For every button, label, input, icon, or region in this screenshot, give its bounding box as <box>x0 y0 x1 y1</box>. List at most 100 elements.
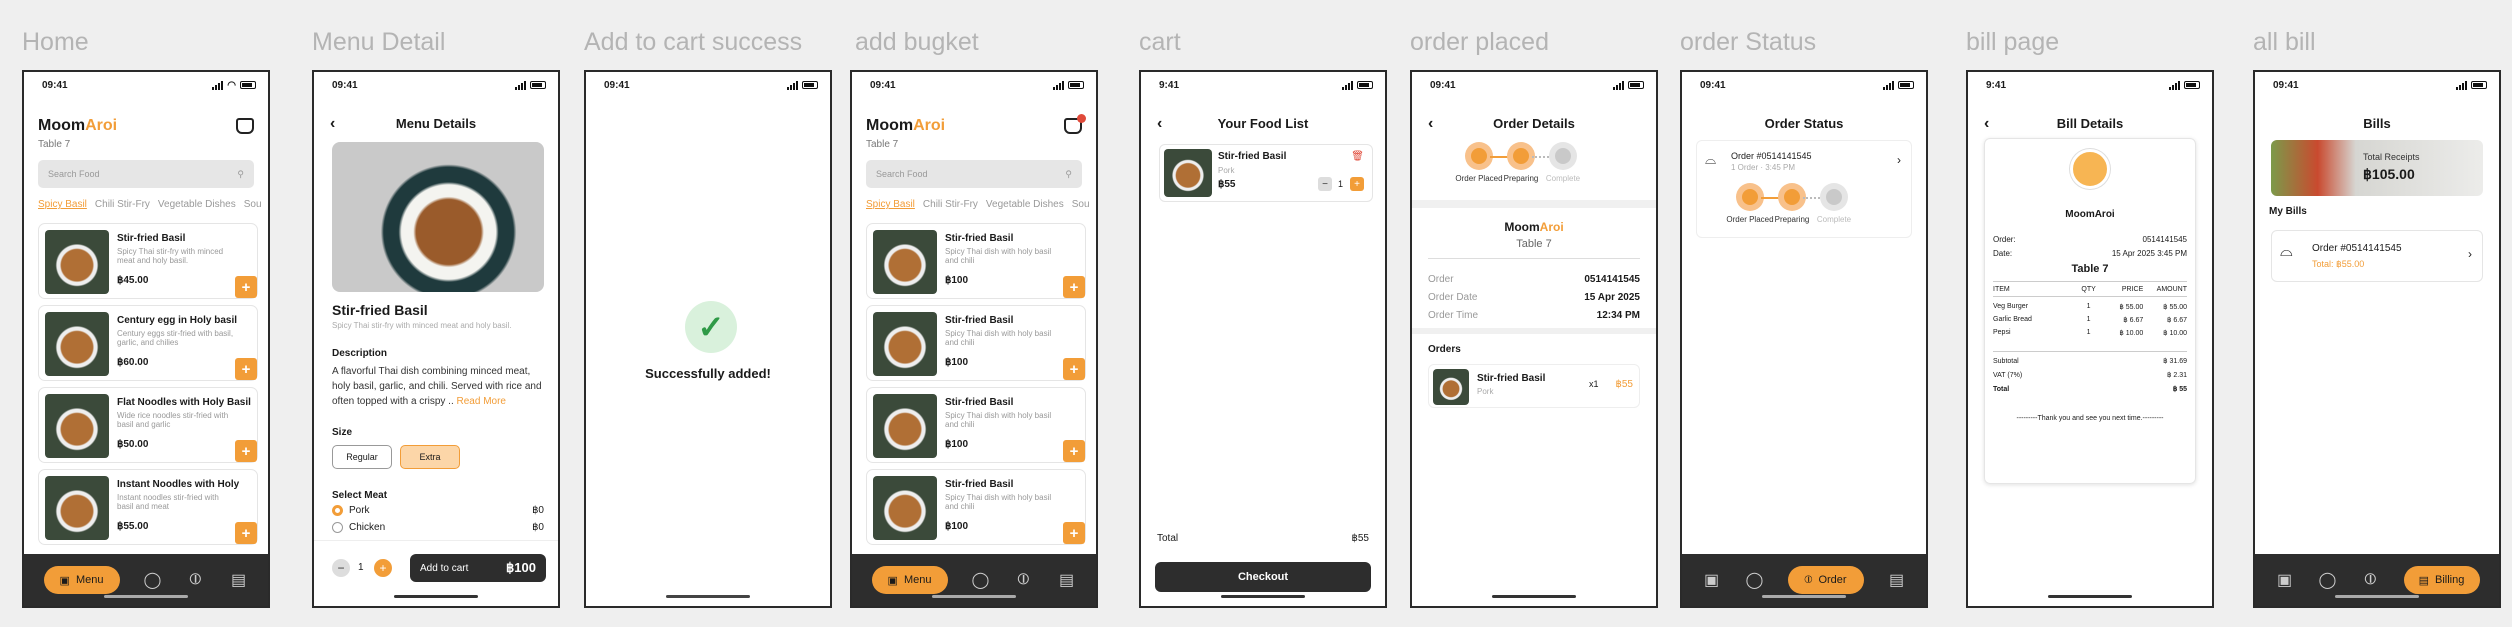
search-input[interactable]: Search Food ⚲ <box>38 160 254 188</box>
radio-selected-icon <box>332 505 343 516</box>
meat-option-pork[interactable]: Pork ฿0 <box>332 505 544 516</box>
check-icon: ✓ <box>685 301 737 353</box>
nav-order[interactable]: ⦶ Order <box>1787 566 1864 594</box>
search-icon: ⚲ <box>1065 168 1072 179</box>
food-image <box>1164 149 1212 197</box>
menu-card[interactable]: Stir-fried Basil Spicy Thai dish with hol… <box>866 223 1086 299</box>
chat-icon[interactable]: ◯ <box>1745 572 1765 589</box>
menu-card[interactable]: Stir-fried Basil Spicy Thai dish with hol… <box>866 387 1086 463</box>
cart-item: Stir-fried Basil Pork ฿55 🗑 − 1 + <box>1159 144 1373 202</box>
receipt-icon[interactable]: ▤ <box>1887 572 1907 589</box>
meat-option-chicken[interactable]: Chicken ฿0 <box>332 522 544 533</box>
page-title: Order Status <box>1764 116 1844 131</box>
receipt-icon[interactable]: ▤ <box>229 572 249 589</box>
checkout-button[interactable]: Checkout <box>1155 562 1371 592</box>
chevron-right-icon: › <box>2468 247 2472 261</box>
radio-icon <box>332 522 343 533</box>
menu-card[interactable]: Stir-fried Basil Spicy Thai dish with hol… <box>866 469 1086 545</box>
page-title: Bills <box>2363 116 2391 131</box>
menu-card[interactable]: Instant Noodles with Holy Instant noodles… <box>38 469 258 545</box>
order-progress: Order Placed Preparing Complete <box>1454 142 1588 183</box>
increase-button[interactable]: + <box>374 559 392 577</box>
receipt: MoomAroi Order: 0514141545 Date: 15 Apr 20… <box>1984 138 2196 484</box>
cloche-icon: ⌓ <box>1705 151 1717 167</box>
step-complete: Complete <box>1538 142 1588 183</box>
add-button[interactable]: + <box>235 358 257 380</box>
battery-icon <box>240 81 256 89</box>
bill-items: Veg Burger 1 ฿ 55.00 ฿ 55.00 Garlic Bread 1 ฿… <box>1993 303 2187 337</box>
size-extra-button[interactable]: Extra <box>400 445 460 469</box>
menu-icon: ▣ <box>59 574 70 587</box>
receipt-icon: ▤ <box>2418 574 2430 587</box>
size-regular-button[interactable]: Regular <box>332 445 392 469</box>
add-button[interactable]: + <box>235 440 257 462</box>
chevron-right-icon: › <box>1897 153 1901 167</box>
menu-card[interactable]: Stir-fried Basil Spicy Thai dish with hol… <box>866 305 1086 381</box>
menu-card[interactable]: Flat Noodles with Holy Basil Wide rice no… <box>38 387 258 463</box>
search-input[interactable]: Search Food ⚲ <box>866 160 1082 188</box>
dining-icon[interactable]: ⦶ <box>186 571 206 588</box>
dining-icon[interactable]: ⦶ <box>2361 571 2381 588</box>
menu-icon[interactable]: ▣ <box>2275 572 2295 589</box>
dining-icon[interactable]: ⦶ <box>1014 571 1034 588</box>
tab-vegetable-dishes[interactable]: Vegetable Dishes <box>158 199 236 210</box>
tab-vegetable-dishes[interactable]: Vegetable Dishes <box>986 199 1064 210</box>
trash-icon[interactable]: 🗑 <box>1351 151 1364 162</box>
menu-icon[interactable]: ▣ <box>1702 572 1722 589</box>
total-row: Total ฿55 <box>1157 533 1369 544</box>
menu-card[interactable]: Century egg in Holy basil Century eggs st… <box>38 305 258 381</box>
bottom-nav: ▣ Menu ◯ ⦶ ▤ <box>852 554 1096 606</box>
chat-icon[interactable]: ◯ <box>143 572 163 589</box>
phone-bill-page: 9:41 ‹ Bill Details MoomAroi Order: 05141… <box>1966 70 2214 608</box>
chat-icon[interactable]: ◯ <box>971 572 991 589</box>
decrease-button[interactable]: − <box>332 559 350 577</box>
description: A flavorful Thai dish combining minced m… <box>332 366 542 407</box>
increase-button[interactable]: + <box>1350 177 1364 191</box>
screen-label-menu-detail: Menu Detail <box>312 28 446 56</box>
tab-spicy-basil[interactable]: Spicy Basil <box>38 199 87 210</box>
bill-card[interactable]: ⌓ Order #0514141545 Total: ฿55.00 › <box>2271 230 2483 282</box>
phone-add-success: 09:41 ✓ Successfully added! <box>584 70 832 608</box>
page-title: Bill Details <box>2056 116 2124 131</box>
food-hero-image <box>332 142 544 292</box>
category-tabs: Spicy Basil Chili Stir-Fry Vegetable Dishe… <box>38 199 262 210</box>
add-button[interactable]: + <box>1063 276 1085 298</box>
screen-label-order-status: order Status <box>1680 28 1817 56</box>
menu-card[interactable]: Stir-fried Basil Spicy Thai stir-fry with… <box>38 223 258 299</box>
add-button[interactable]: + <box>1063 358 1085 380</box>
brand-logo: MoomAroi <box>38 117 118 134</box>
table-label: Table 7 <box>38 139 71 150</box>
screen-label-add-success: Add to cart success <box>584 28 803 56</box>
phone-order-status: 09:41 Order Status ⌓ Order #0514141545 1… <box>1680 70 1928 608</box>
dining-icon: ⦶ <box>1804 573 1813 586</box>
add-button[interactable]: + <box>1063 440 1085 462</box>
signal-icon <box>212 80 224 90</box>
screen-label-cart: cart <box>1139 28 1181 56</box>
signal-icon <box>515 80 526 90</box>
item-name: Stir-fried Basil <box>332 302 428 318</box>
receipt-icon[interactable]: ▤ <box>1057 572 1077 589</box>
screen-label-bill-page: bill page <box>1966 28 2060 56</box>
add-button[interactable]: + <box>1063 522 1085 544</box>
basket-icon[interactable] <box>236 118 254 134</box>
chat-icon[interactable]: ◯ <box>2318 572 2338 589</box>
order-card[interactable]: ⌓ Order #0514141545 1 Order · 3:45 PM › … <box>1696 140 1912 238</box>
nav-menu[interactable]: ▣ Menu <box>43 566 120 594</box>
tab-soup[interactable]: Sou <box>244 199 262 210</box>
bottom-nav: ▣ ◯ ⦶ Order ▤ <box>1682 554 1926 606</box>
add-to-cart-button[interactable]: Add to cart ฿100 <box>410 554 546 582</box>
tab-soup[interactable]: Sou <box>1072 199 1090 210</box>
decrease-button[interactable]: − <box>1318 177 1332 191</box>
food-image <box>45 230 109 294</box>
nav-menu[interactable]: ▣ Menu <box>871 566 948 594</box>
add-button[interactable]: + <box>235 522 257 544</box>
tab-chili-stir-fry[interactable]: Chili Stir-Fry <box>95 199 150 210</box>
read-more-link[interactable]: Read More <box>457 396 506 407</box>
tab-chili-stir-fry[interactable]: Chili Stir-Fry <box>923 199 978 210</box>
receipts-banner: Total Receipts ฿105.00 <box>2271 140 2483 196</box>
nav-billing[interactable]: ▤ Billing <box>2403 566 2480 594</box>
order-line: Stir-fried Basil Pork x1 ฿55 <box>1428 364 1640 408</box>
status-bar: 09:41 ◠ <box>42 79 256 91</box>
add-button[interactable]: + <box>235 276 257 298</box>
tab-spicy-basil[interactable]: Spicy Basil <box>866 199 915 210</box>
